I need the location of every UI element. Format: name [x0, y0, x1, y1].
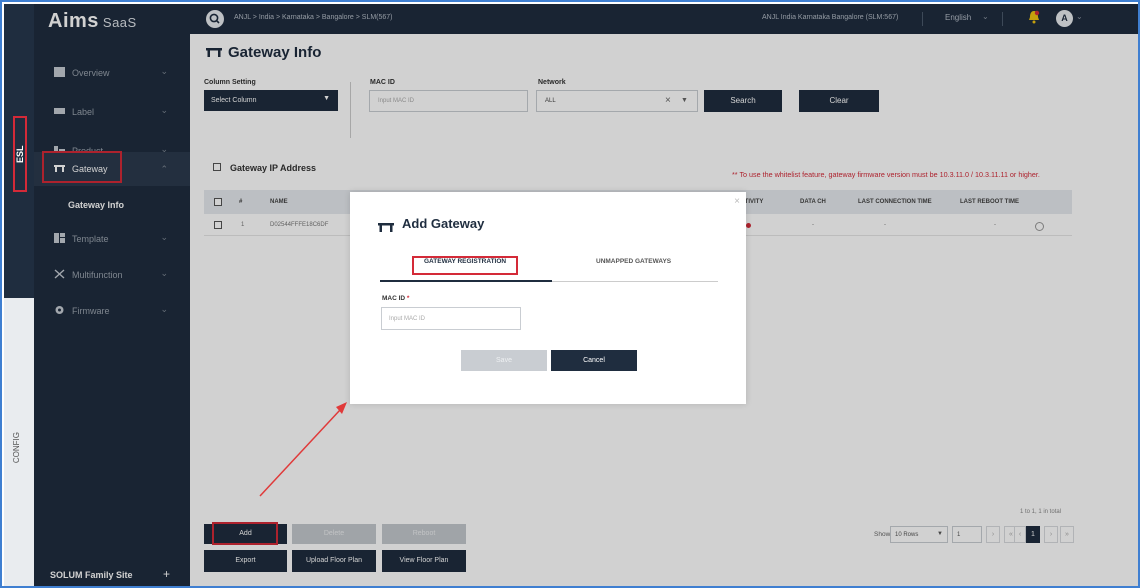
modal-mac-id-input[interactable]: Input MAC ID	[381, 307, 521, 330]
config-tab[interactable]: CONFIG	[12, 432, 21, 463]
esl-tab[interactable]: ESL	[13, 116, 27, 192]
save-button[interactable]: Save	[461, 350, 547, 371]
screenshot-frame: ESL CONFIG Aims SaaS Overview ⌄ Label ⌄ P…	[0, 0, 1140, 588]
close-icon[interactable]: ×	[734, 196, 740, 207]
left-rail: ESL CONFIG	[4, 4, 34, 586]
highlight-box-registration-tab	[412, 256, 518, 275]
modal-title: Add Gateway	[402, 216, 485, 231]
tab-unmapped-gateways[interactable]: UNMAPPED GATEWAYS	[596, 258, 671, 265]
gateway-icon	[378, 223, 394, 232]
active-tab-indicator	[380, 280, 552, 282]
add-gateway-modal: × Add Gateway GATEWAY REGISTRATION UNMAP…	[350, 192, 746, 404]
cancel-button[interactable]: Cancel	[551, 350, 637, 371]
modal-mac-id-label: MAC ID *	[382, 295, 410, 302]
tab-divider	[552, 281, 718, 282]
